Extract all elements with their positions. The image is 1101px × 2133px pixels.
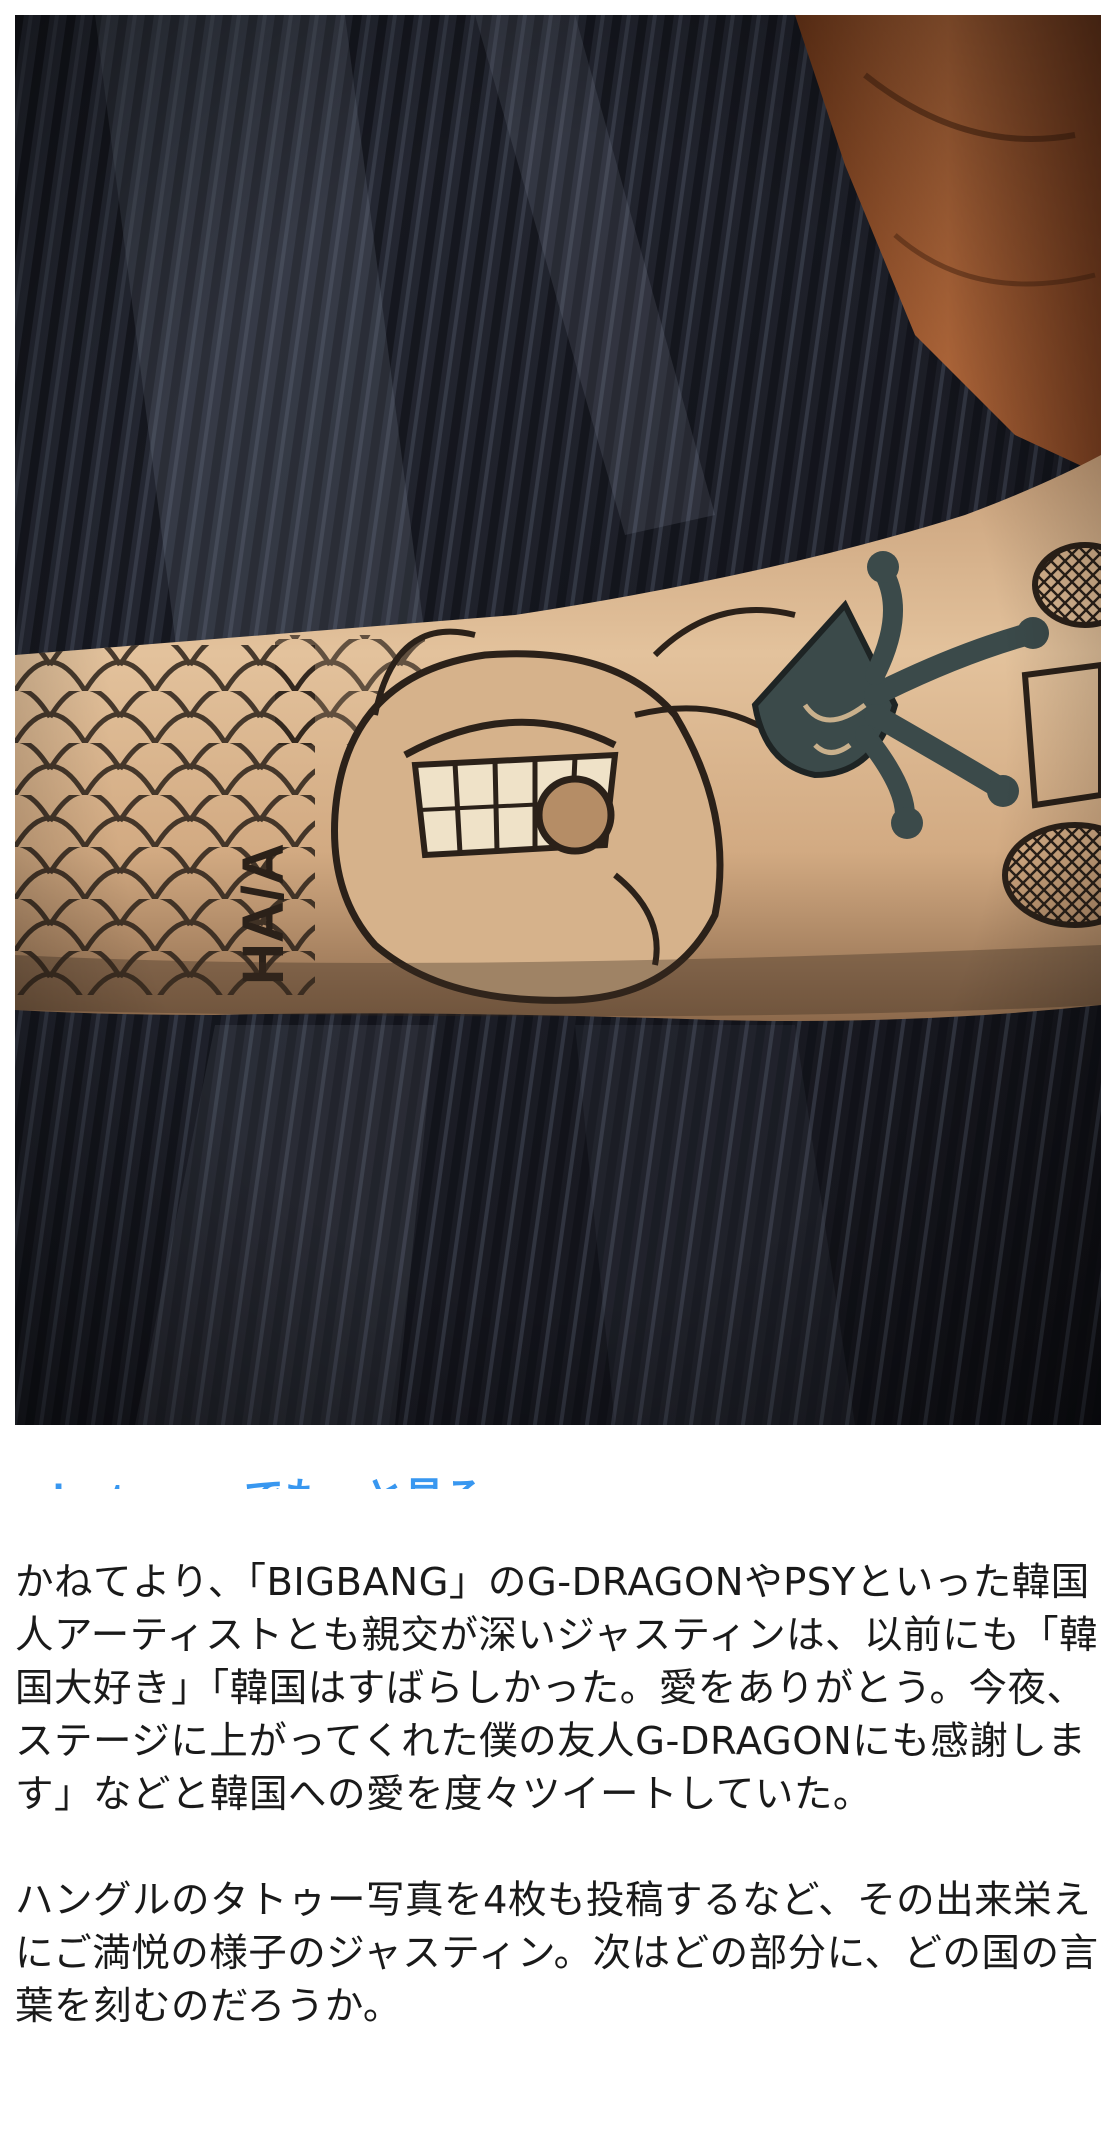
instagram-link-row: Instagramでもっと見る xyxy=(15,1425,1101,1489)
article-body: かねてより、「BIGBANG」のG-DRAGONやPSYといった韓国人アーティス… xyxy=(15,1556,1101,2033)
article-paragraph: ハングルのタトゥー写真を4枚も投稿するなど、その出来栄えにご満悦の様子のジャステ… xyxy=(15,1878,1099,2029)
tattoo-photo-image: HA/A xyxy=(15,15,1101,1425)
view-more-on-instagram-link[interactable]: Instagramでもっと見る xyxy=(53,1465,484,1489)
article-paragraph: かねてより、「BIGBANG」のG-DRAGONやPSYといった韓国人アーティス… xyxy=(15,1560,1099,1817)
instagram-photo[interactable]: HA/A xyxy=(15,15,1101,1425)
